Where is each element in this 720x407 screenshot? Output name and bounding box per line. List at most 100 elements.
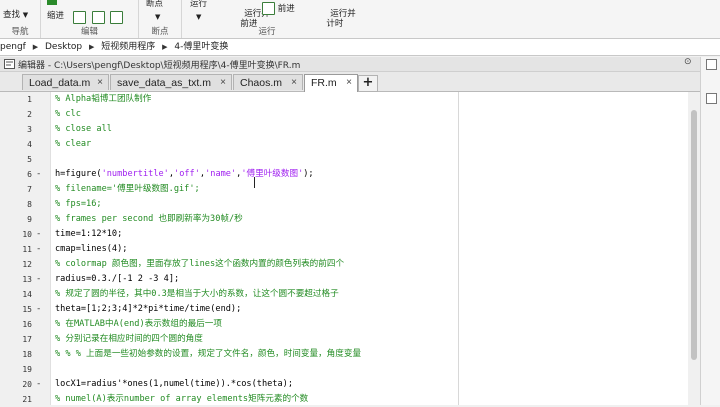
code-line[interactable]: % fps=16;	[55, 197, 102, 212]
tab-label: save_data_as_txt.m	[117, 77, 211, 89]
code-token: theta=[1;2;3;4]*2*pi*time/time(end);	[55, 304, 242, 314]
line-number: 12	[22, 260, 32, 269]
breadcrumb-short-video[interactable]: 短视频用程序	[101, 42, 155, 52]
breadcrumb-fourier[interactable]: 4-傅里叶变换	[174, 42, 228, 52]
code-line[interactable]: theta=[1;2;3;4]*2*pi*time/time(end);	[55, 302, 241, 317]
code-area[interactable]: % Alpha韬博工团队制作 % clc % close all % clear h=f…	[51, 92, 688, 405]
tab-label: Chaos.m	[240, 77, 283, 89]
executable-line-marker[interactable]: -	[36, 272, 42, 287]
code-line[interactable]: radius=0.3./[-1 2 -3 4];	[55, 272, 179, 287]
tab-label: Load_data.m	[29, 77, 91, 89]
editor-title: 编辑器 - C:\Users\pengf\Desktop\短视频用程序\4-傅里…	[18, 61, 301, 71]
executable-line-marker[interactable]: -	[36, 242, 42, 257]
code-token: time=1:12*10;	[55, 229, 123, 239]
breakpoint-chevron-icon[interactable]: ▼	[155, 12, 160, 22]
comment-text: % 在MATLAB中A(end)表示数组的最后一项	[55, 319, 222, 329]
line-number: 11	[22, 245, 32, 254]
string-literal: 'numbertitle'	[101, 169, 169, 179]
editor-icon	[4, 59, 15, 69]
line-number: 17	[22, 335, 32, 344]
executable-line-marker[interactable]: -	[36, 167, 42, 182]
executable-line-marker[interactable]: -	[36, 377, 42, 392]
code-line[interactable]: % 规定了圆的半径，其中0.3是相当于大小的系数，让这个圆不要超过格子	[55, 287, 339, 302]
code-line[interactable]: h=figure('numbertitle','off','name','傅里叶…	[55, 167, 314, 182]
chevron-right-icon: ▶	[162, 43, 168, 51]
add-tab-button[interactable]: +	[358, 75, 378, 92]
editor-actions-icon[interactable]: ⊙	[684, 57, 692, 67]
comment-text: % Alpha韬博工团队制作	[55, 94, 152, 104]
add-tab-label: +	[362, 75, 374, 90]
chevron-down-icon: ▼	[22, 11, 29, 19]
run-chevron-icon[interactable]: ▼	[196, 12, 201, 22]
code-line[interactable]: % colormap 颜色图，里面存放了lines这个函数内置的颜色列表的前四个	[55, 257, 344, 272]
breakpoint-section-label: 断点	[151, 27, 169, 37]
find-button[interactable]: 查找 ▼	[3, 10, 28, 20]
indent-button[interactable]: 缩进	[47, 11, 64, 21]
comment-icon[interactable]	[73, 11, 86, 24]
line-number: 10	[22, 230, 32, 239]
breadcrumb-pengf[interactable]: pengf	[0, 42, 26, 52]
breakpoints-button[interactable]: 断点	[146, 0, 163, 9]
code-line[interactable]: % % % 上面是一些初始参数的设置，规定了文件名，颜色，时间变量，角度变量	[55, 347, 361, 362]
code-line[interactable]: % clc	[55, 107, 81, 122]
chevron-right-icon: ▶	[32, 43, 39, 51]
indent-icons	[73, 11, 124, 24]
comment-text: % fps=16;	[55, 199, 102, 209]
executable-line-marker[interactable]: -	[36, 302, 42, 317]
line-number: 14	[22, 290, 32, 299]
executable-line-marker[interactable]: -	[36, 227, 42, 242]
increase-indent-icon[interactable]	[91, 11, 105, 24]
line-number: 13	[22, 275, 32, 284]
close-icon[interactable]: ×	[97, 75, 103, 91]
run-button[interactable]: 运行	[190, 0, 207, 9]
code-line[interactable]: cmap=lines(4);	[55, 242, 127, 257]
string-literal: '傅里叶级数图'	[241, 169, 304, 179]
comment-text: % frames per second 也即刷新率为30帧/秒	[55, 214, 243, 224]
string-literal: 'name'	[205, 169, 237, 179]
code-line[interactable]: % 分别记录在相应时间的四个圆的角度	[55, 332, 203, 347]
close-icon[interactable]: ×	[346, 75, 352, 91]
line-number: 5	[27, 155, 32, 164]
line-number: 3	[27, 125, 32, 134]
advance-button[interactable]: 前进	[262, 2, 295, 15]
tab-fr[interactable]: FR.m ×	[304, 74, 358, 92]
run-section: 运行 ▼ 运行并 前进 前进 运行并 计时 运行	[182, 0, 356, 38]
tab-chaos[interactable]: Chaos.m ×	[233, 74, 303, 90]
line-number: 16	[22, 320, 32, 329]
close-icon[interactable]: ×	[291, 75, 297, 91]
line-number: 7	[27, 185, 32, 194]
comment-text: % % % 上面是一些初始参数的设置，规定了文件名，颜色，时间变量，角度变量	[55, 349, 362, 359]
breakpoints-label: 断点	[146, 0, 164, 9]
code-line[interactable]: % clear	[55, 137, 91, 152]
code-line[interactable]: time=1:12*10;	[55, 227, 122, 242]
vertical-scrollbar-thumb[interactable]	[691, 110, 697, 360]
code-line[interactable]: % 在MATLAB中A(end)表示数组的最后一项	[55, 317, 222, 332]
comment-text: % clc	[55, 109, 81, 119]
code-line[interactable]: % filename='傅里叶级数图.gif';	[55, 182, 200, 197]
right-side-panel	[700, 57, 720, 405]
line-number: 9	[27, 215, 32, 224]
toolstrip: 查找 ▼ 导航 缩进 编辑 断点 ▼ 断点 运行 ▼ 运行并 前进 前进 运行并…	[0, 0, 720, 39]
breadcrumb-desktop[interactable]: Desktop	[45, 42, 82, 52]
string-literal: 'off'	[174, 169, 200, 179]
decrease-indent-icon[interactable]	[110, 11, 124, 24]
comment-text: % filename='傅里叶级数图.gif';	[55, 184, 200, 194]
tab-label: FR.m	[311, 77, 337, 89]
close-icon[interactable]: ×	[220, 75, 226, 91]
tab-load-data[interactable]: Load_data.m ×	[22, 74, 109, 90]
line-number: 8	[27, 200, 32, 209]
code-line[interactable]: % close all	[55, 122, 112, 137]
tab-save-data-as-txt[interactable]: save_data_as_txt.m ×	[110, 74, 232, 90]
code-token: );	[303, 169, 314, 179]
code-line[interactable]: % numel(A)表示number of array elements矩阵元素…	[55, 392, 308, 405]
line-number: 1	[27, 95, 32, 104]
panel-toggle-icon[interactable]	[706, 93, 717, 104]
indent-label: 缩进	[47, 11, 65, 21]
comment-text: % numel(A)表示number of array elements矩阵元素…	[55, 394, 309, 404]
code-line[interactable]: % Alpha韬博工团队制作	[55, 92, 151, 107]
code-line[interactable]: % frames per second 也即刷新率为30帧/秒	[55, 212, 243, 227]
code-token: h=figure(	[55, 169, 102, 179]
maximize-icon[interactable]	[706, 59, 717, 70]
comment-text: % close all	[55, 124, 112, 134]
code-line[interactable]: locX1=radius'*ones(1,numel(time)).*cos(t…	[55, 377, 293, 392]
